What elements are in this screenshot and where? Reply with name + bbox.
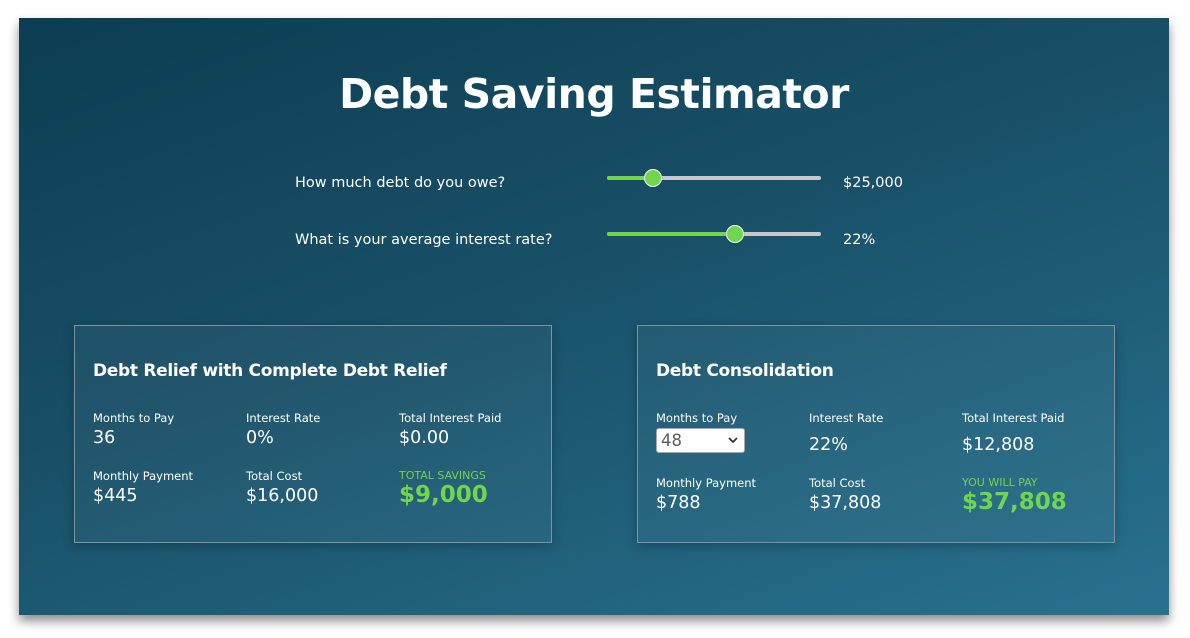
debt-amount-label: How much debt do you owe? xyxy=(295,175,506,191)
slider-thumb[interactable] xyxy=(644,169,662,187)
months-selected-value: 48 xyxy=(661,431,682,450)
total-cost-value: $16,000 xyxy=(246,486,319,506)
total-savings-label: TOTAL SAVINGS xyxy=(399,469,486,482)
total-interest-value: $12,808 xyxy=(962,435,1035,455)
monthly-payment-value: $445 xyxy=(93,486,138,506)
interest-rate-value: 22% xyxy=(809,435,848,455)
months-label: Months to Pay xyxy=(93,411,175,425)
you-will-pay-value: $37,808 xyxy=(962,489,1067,515)
interest-rate-slider[interactable] xyxy=(607,224,821,244)
chevron-down-icon xyxy=(728,437,738,444)
debt-consolidation-card: Debt Consolidation Months to Pay 48 Inte… xyxy=(637,325,1115,543)
interest-rate-label: Interest Rate xyxy=(246,411,321,425)
total-interest-label: Total Interest Paid xyxy=(962,411,1065,425)
interest-rate-value: 0% xyxy=(246,428,274,448)
debt-amount-value: $25,000 xyxy=(843,175,903,191)
you-will-pay-label: YOU WILL PAY xyxy=(962,476,1038,489)
debt-amount-slider[interactable] xyxy=(607,168,821,188)
months-select[interactable]: 48 xyxy=(656,428,745,453)
card-title: Debt Relief with Complete Debt Relief xyxy=(93,361,447,381)
total-interest-value: $0.00 xyxy=(399,428,450,448)
total-savings-value: $9,000 xyxy=(399,482,488,508)
card-title: Debt Consolidation xyxy=(656,361,834,381)
slider-thumb[interactable] xyxy=(726,225,744,243)
interest-rate-value: 22% xyxy=(843,232,876,248)
slider-fill xyxy=(607,232,735,236)
monthly-payment-value: $788 xyxy=(656,493,701,513)
months-value: 36 xyxy=(93,428,116,448)
total-cost-value: $37,808 xyxy=(809,493,882,513)
debt-relief-card: Debt Relief with Complete Debt Relief Mo… xyxy=(74,325,552,543)
total-interest-label: Total Interest Paid xyxy=(399,411,502,425)
estimator-panel: Debt Saving Estimator How much debt do y… xyxy=(19,18,1169,615)
interest-rate-label: Interest Rate xyxy=(809,411,884,425)
monthly-payment-label: Monthly Payment xyxy=(93,469,194,483)
months-label: Months to Pay xyxy=(656,411,738,425)
monthly-payment-label: Monthly Payment xyxy=(656,476,757,490)
interest-rate-label: What is your average interest rate? xyxy=(295,232,553,248)
total-cost-label: Total Cost xyxy=(809,476,866,490)
total-cost-label: Total Cost xyxy=(246,469,303,483)
page-title: Debt Saving Estimator xyxy=(339,70,849,118)
